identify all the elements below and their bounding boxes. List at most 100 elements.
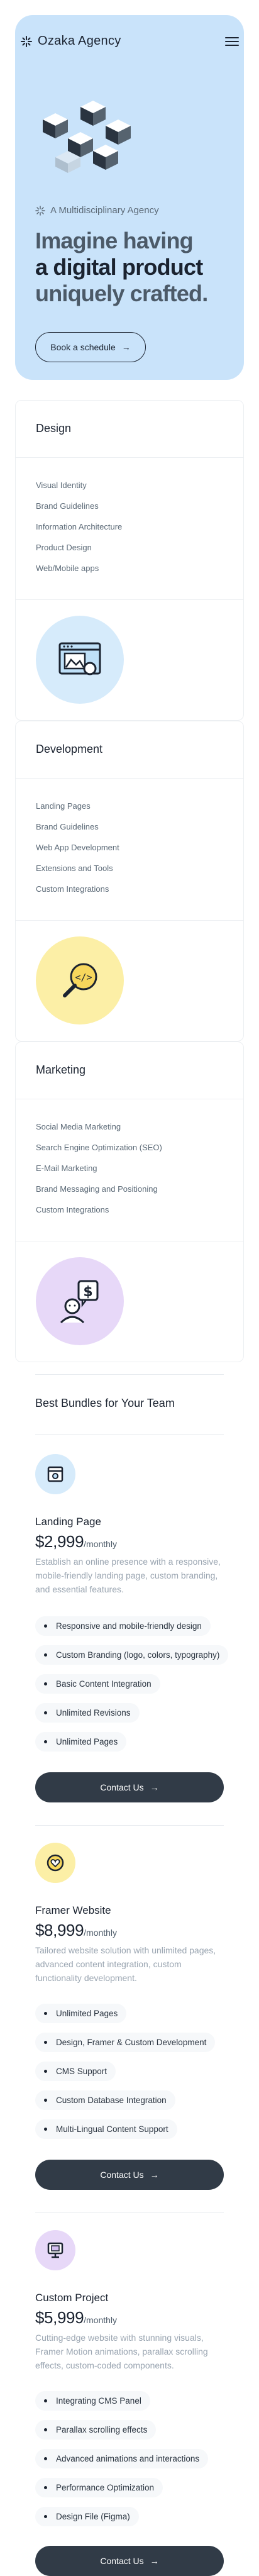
book-schedule-label: Book a schedule [50, 342, 116, 352]
section-divider [35, 1825, 224, 1826]
feature-item: Multi-Lingual Content Support [35, 2114, 215, 2143]
service-item: Search Engine Optimization (SEO) [36, 1143, 162, 1152]
price-amount: $5,999 [35, 2308, 84, 2327]
service-item: Brand Messaging and Positioning [36, 1184, 158, 1194]
book-schedule-button[interactable]: Book a schedule → [35, 332, 146, 362]
isometric-cubes-illustration [43, 101, 131, 173]
headline-line-3: uniquely crafted. [35, 280, 208, 306]
bundles-title: Best Bundles for Your Team [35, 1397, 175, 1409]
card-divider [16, 599, 243, 600]
service-item: Product Design [36, 543, 92, 552]
bullet-icon [44, 2514, 47, 2518]
service-card-development: Development Landing Pages Brand Guidelin… [15, 721, 244, 1041]
browser-image-icon [36, 616, 124, 704]
service-item: E-Mail Marketing [36, 1163, 97, 1173]
feature-item: Custom Branding (logo, colors, typograph… [35, 1640, 229, 1669]
brand-name: Ozaka Agency [38, 34, 121, 48]
service-card-marketing: Marketing Social Media Marketing Search … [15, 1041, 244, 1362]
feature-item: Custom Database Integration [35, 2085, 215, 2114]
service-item: Social Media Marketing [36, 1122, 121, 1131]
bullet-icon [44, 2011, 47, 2015]
menu-button[interactable] [224, 34, 239, 49]
feature-list: Responsive and mobile-friendly design Cu… [35, 1611, 229, 1756]
feature-item: Design File (Figma) [35, 2502, 208, 2531]
price-amount: $2,999 [35, 1532, 84, 1551]
heart-badge-icon [35, 1843, 75, 1883]
arrow-right-icon: → [121, 342, 131, 352]
service-title: Marketing [36, 1063, 86, 1076]
bullet-icon [44, 1740, 47, 1743]
plan-price: $5,999/monthly [35, 2308, 117, 2328]
service-item: Web App Development [36, 843, 119, 852]
contact-label: Contact Us [100, 2556, 144, 2566]
bullet-icon [44, 2040, 47, 2044]
price-period: /monthly [84, 2315, 118, 2325]
person-dollar-icon: $ [36, 1257, 124, 1345]
feature-item: Responsive and mobile-friendly design [35, 1611, 228, 1640]
bullet-icon [44, 2127, 47, 2131]
feature-item: Advanced animations and interactions [35, 2444, 209, 2473]
desktop-icon [35, 2230, 75, 2270]
section-divider [35, 2212, 224, 2213]
plan-description: Establish an online presence with a resp… [35, 1557, 221, 1594]
contact-label: Contact Us [100, 1782, 144, 1792]
top-nav: Ozaka Agency [20, 34, 239, 49]
service-item: Custom Integrations [36, 1205, 109, 1214]
tagline-text: A Multidisciplinary Agency [50, 205, 159, 216]
feature-item: Basic Content Integration [35, 1669, 228, 1698]
plan-name: Landing Page [35, 1516, 101, 1528]
contact-us-button[interactable]: Contact Us → [35, 1772, 224, 1802]
headline-line-2: a digital product [35, 254, 203, 280]
service-item: Landing Pages [36, 801, 91, 811]
price-period: /monthly [84, 1928, 118, 1938]
price-period: /monthly [84, 1539, 118, 1549]
feature-item: CMS Support [35, 2057, 215, 2085]
card-divider [16, 920, 243, 921]
layout-icon [35, 1454, 75, 1494]
service-item: Custom Integrations [36, 884, 109, 894]
hamburger-icon [224, 37, 239, 46]
feature-item: Design, Framer & Custom Development [35, 2028, 216, 2057]
service-list: Social Media Marketing Search Engine Opt… [36, 1116, 162, 1220]
plan-name: Custom Project [35, 2292, 109, 2304]
sparkle-icon [35, 205, 45, 216]
service-list: Visual Identity Brand Guidelines Informa… [36, 475, 122, 579]
bullet-icon [44, 1653, 47, 1657]
feature-list: Unlimited Pages Design, Framer & Custom … [35, 1999, 216, 2143]
contact-us-button[interactable]: Contact Us → [35, 2546, 224, 2576]
service-list: Landing Pages Brand Guidelines Web App D… [36, 796, 119, 899]
service-item: Visual Identity [36, 480, 87, 490]
plan-description: Tailored website solution with unlimited… [35, 1945, 216, 1983]
tagline: A Multidisciplinary Agency [35, 205, 159, 216]
contact-us-button[interactable]: Contact Us → [35, 2160, 224, 2190]
service-title: Design [36, 422, 72, 435]
service-title: Development [36, 743, 103, 755]
card-divider [16, 457, 243, 458]
bullet-icon [44, 1624, 47, 1628]
arrow-right-icon: → [150, 1782, 159, 1792]
section-divider [35, 1374, 224, 1375]
plan-price: $2,999/monthly [35, 1532, 117, 1552]
card-divider [16, 778, 243, 779]
plan-price: $8,999/monthly [35, 1921, 117, 1940]
bullet-icon [44, 2428, 47, 2431]
brand-logo[interactable]: Ozaka Agency [20, 34, 121, 48]
sparkle-logo-icon [21, 35, 32, 47]
bullet-icon [44, 2399, 47, 2402]
bullet-icon [44, 1682, 47, 1685]
service-item: Extensions and Tools [36, 863, 113, 873]
service-item: Information Architecture [36, 522, 123, 531]
feature-item: Performance Optimization [35, 2473, 208, 2502]
svg-text:$: $ [83, 1284, 92, 1300]
service-item: Brand Guidelines [36, 822, 99, 831]
bullet-icon [44, 2485, 47, 2489]
headline-line-1: Imagine having [35, 228, 194, 253]
feature-item: Integrating CMS Panel [35, 2386, 208, 2415]
feature-item: Unlimited Pages [35, 1999, 215, 2028]
service-item: Web/Mobile apps [36, 564, 99, 573]
arrow-right-icon: → [150, 2556, 159, 2566]
bullet-icon [44, 2457, 47, 2460]
feature-item: Unlimited Pages [35, 1727, 228, 1756]
feature-item: Parallax scrolling effects [35, 2415, 208, 2444]
contact-label: Contact Us [100, 2170, 144, 2180]
